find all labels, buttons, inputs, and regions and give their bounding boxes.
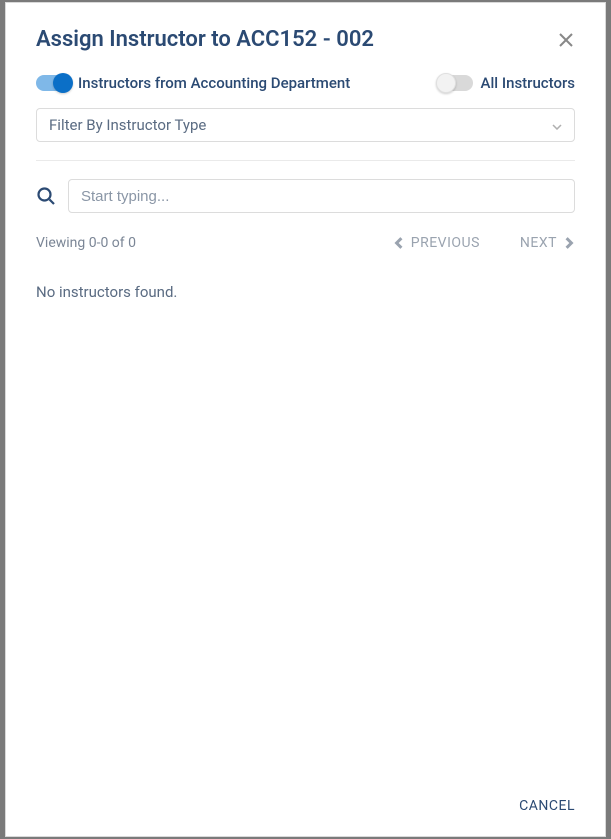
toggle-knob: [436, 73, 456, 93]
chevron-left-icon: [393, 237, 405, 249]
previous-label: PREVIOUS: [411, 235, 480, 251]
assign-instructor-modal: Assign Instructor to ACC152 - 002 Instru…: [5, 2, 606, 837]
toggle-knob: [53, 73, 73, 93]
department-toggle-group: Instructors from Accounting Department: [36, 74, 350, 92]
next-button[interactable]: NEXT: [520, 235, 575, 251]
viewing-count: Viewing 0-0 of 0: [36, 235, 136, 251]
chevron-down-icon: [552, 116, 562, 134]
department-toggle-label: Instructors from Accounting Department: [78, 74, 350, 92]
select-placeholder: Filter By Instructor Type: [49, 116, 206, 134]
search-input[interactable]: [68, 179, 575, 213]
pager-row: Viewing 0-0 of 0 PREVIOUS NEXT: [6, 213, 605, 251]
search-icon: [36, 186, 56, 206]
modal-backdrop: Assign Instructor to ACC152 - 002 Instru…: [0, 0, 611, 839]
instructor-type-select[interactable]: Filter By Instructor Type: [36, 108, 575, 142]
modal-title: Assign Instructor to ACC152 - 002: [36, 27, 374, 52]
modal-footer: CANCEL: [6, 780, 605, 836]
all-instructors-toggle-group: All Instructors: [439, 74, 575, 92]
filter-row: Filter By Instructor Type: [6, 102, 605, 142]
close-button[interactable]: [557, 31, 575, 49]
empty-state: No instructors found.: [6, 251, 605, 301]
chevron-right-icon: [563, 237, 575, 249]
next-label: NEXT: [520, 235, 557, 251]
cancel-button[interactable]: CANCEL: [519, 798, 575, 814]
all-instructors-toggle[interactable]: [439, 75, 473, 91]
pager-controls: PREVIOUS NEXT: [393, 235, 575, 251]
search-row: [6, 161, 605, 213]
close-icon: [558, 32, 574, 48]
toggle-row: Instructors from Accounting Department A…: [6, 60, 605, 102]
all-instructors-toggle-label: All Instructors: [481, 74, 575, 92]
department-toggle[interactable]: [36, 75, 70, 91]
modal-header: Assign Instructor to ACC152 - 002: [6, 3, 605, 60]
previous-button[interactable]: PREVIOUS: [393, 235, 480, 251]
